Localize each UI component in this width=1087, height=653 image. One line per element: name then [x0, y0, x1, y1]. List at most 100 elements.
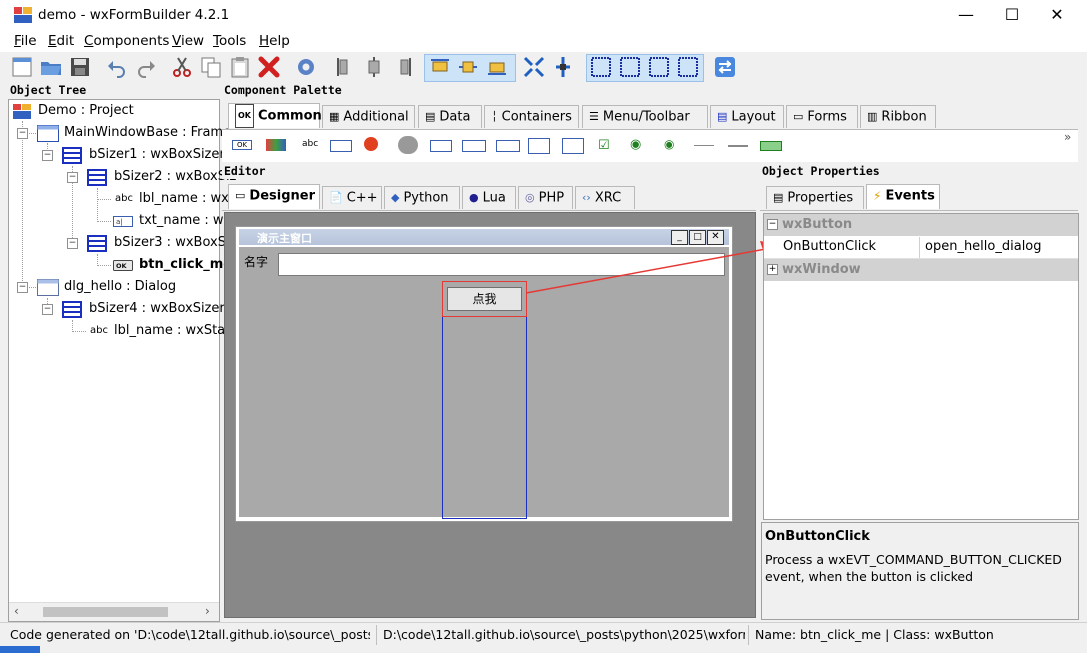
palette-more-icon[interactable]: »: [1064, 130, 1071, 144]
redo-icon[interactable]: [134, 55, 158, 79]
tab-ribbon[interactable]: ▥ Ribbon: [860, 105, 936, 128]
minimize-button[interactable]: —: [943, 0, 989, 30]
list-ctrl-widget-icon[interactable]: [562, 138, 584, 154]
event-name: OnButtonClick: [783, 239, 876, 254]
menu-file[interactable]: File: [14, 33, 37, 49]
boxsizer-icon: [87, 169, 107, 186]
undo-icon[interactable]: [105, 55, 129, 79]
text-ctrl-widget-icon[interactable]: [330, 140, 352, 152]
animation-widget-icon[interactable]: [398, 136, 418, 154]
tree-expander-bsizer4[interactable]: −: [42, 304, 53, 315]
tab-menu-toolbar[interactable]: ☰ Menu/Toolbar: [582, 105, 708, 128]
palette-tab-strip: OK Common ▦ Additional ▤ Data ╎ Containers ☰…: [222, 99, 1078, 130]
tab-designer[interactable]: ▭ Designer: [228, 184, 320, 209]
editor-tab-strip: ▭ Designer 📄 C++ ◆ Python ● Lua ◎ PHP ‹› XRC: [222, 180, 756, 211]
copy-icon[interactable]: [199, 55, 223, 79]
static-text-icon: abc: [90, 325, 108, 336]
check-box-widget-icon[interactable]: ☑: [598, 138, 610, 153]
scroll-left-icon[interactable]: ‹: [14, 604, 19, 618]
border-top-icon[interactable]: [618, 55, 642, 79]
bitmap-button-widget-icon[interactable]: [266, 139, 286, 151]
bitmap-widget-icon[interactable]: [364, 137, 378, 151]
scroll-thumb[interactable]: [43, 607, 168, 617]
event-row-onbuttonclick[interactable]: OnButtonClick open_hello_dialog: [764, 237, 1078, 259]
properties-tab-strip: ▤ Properties ⚡ Events: [760, 180, 1078, 211]
designed-frame-title: 演示主窗口: [257, 232, 312, 245]
tree-expander-bsizer1[interactable]: −: [42, 150, 53, 161]
click-me-button[interactable]: 点我: [447, 287, 522, 311]
expand-icon[interactable]: +: [767, 264, 778, 275]
tab-forms[interactable]: ▭ Forms: [786, 105, 858, 128]
paste-icon[interactable]: [228, 55, 252, 79]
menu-components[interactable]: Components: [84, 33, 169, 49]
tab-containers[interactable]: ╎ Containers: [484, 105, 579, 128]
name-label: 名字: [244, 255, 269, 269]
gauge-widget-icon[interactable]: [760, 141, 782, 151]
status-file-path: D:\code\12tall.github.io\source\_posts\p…: [383, 627, 745, 642]
align-middle-icon[interactable]: [456, 55, 480, 79]
align-left-icon[interactable]: [333, 55, 357, 79]
tree-horizontal-scrollbar[interactable]: ‹ ›: [9, 602, 219, 621]
collapse-icon[interactable]: −: [767, 219, 778, 230]
group-wxbutton[interactable]: − wxButton: [764, 214, 1078, 236]
new-project-icon[interactable]: [10, 55, 34, 79]
event-handler-value[interactable]: open_hello_dialog: [925, 239, 1042, 254]
palette-components-row: OK abc ☑ ◉ ◉ »: [222, 130, 1078, 162]
border-all-icon[interactable]: [589, 55, 613, 79]
dialog-icon: [37, 279, 59, 296]
combo-box-widget-icon[interactable]: [430, 140, 452, 152]
generate-code-gear-icon[interactable]: [294, 55, 318, 79]
static-text-widget-icon[interactable]: abc: [302, 139, 318, 149]
tab-xrc[interactable]: ‹› XRC: [575, 186, 635, 209]
tab-data[interactable]: ▤ Data: [418, 105, 482, 128]
object-properties-title: Object Properties: [760, 163, 1080, 179]
menu-edit[interactable]: Edit: [48, 33, 74, 49]
spin-ctrl-widget-icon[interactable]: [496, 140, 520, 152]
component-palette-title: Component Palette: [222, 82, 1080, 98]
tree-expander-bsizer3[interactable]: −: [67, 238, 78, 249]
menu-view[interactable]: View: [172, 33, 204, 49]
align-bottom-icon[interactable]: [485, 55, 509, 79]
maximize-button[interactable]: ☐: [989, 0, 1035, 30]
tab-events[interactable]: ⚡ Events: [866, 184, 940, 209]
tab-lua[interactable]: ● Lua: [462, 186, 516, 209]
tab-cpp[interactable]: 📄 C++: [322, 186, 382, 209]
tab-python[interactable]: ◆ Python: [384, 186, 460, 209]
slider-widget-icon[interactable]: [728, 145, 748, 147]
tree-expander-dialog[interactable]: −: [17, 282, 28, 293]
menu-tools[interactable]: Tools: [213, 33, 246, 49]
close-button[interactable]: ✕: [1034, 0, 1080, 30]
toggle-button-widget-icon[interactable]: ◉: [630, 137, 641, 152]
menu-help[interactable]: Help: [259, 33, 290, 49]
tab-layout[interactable]: ▤ Layout: [710, 105, 784, 128]
cut-icon[interactable]: [170, 55, 194, 79]
border-bottom-icon[interactable]: [676, 55, 700, 79]
swap-icon[interactable]: [713, 55, 737, 79]
align-right-icon[interactable]: [391, 55, 415, 79]
button-widget-icon[interactable]: OK: [232, 140, 253, 150]
description-text: Process a wxEVT_COMMAND_BUTTON_CLICKED e…: [765, 552, 1062, 584]
open-folder-icon[interactable]: [39, 55, 63, 79]
expand-icon[interactable]: [522, 55, 546, 79]
align-center-icon[interactable]: [362, 55, 386, 79]
tree-expander-bsizer2[interactable]: −: [67, 172, 78, 183]
align-top-icon[interactable]: [428, 55, 452, 79]
tab-common[interactable]: OK Common: [228, 103, 322, 128]
scroll-right-icon[interactable]: ›: [205, 604, 210, 618]
border-right-icon[interactable]: [647, 55, 671, 79]
tree-expander-frame[interactable]: −: [17, 128, 28, 139]
radio-button-widget-icon[interactable]: ◉: [664, 137, 674, 151]
wxformbuilder-logo-icon: [14, 7, 32, 23]
taskbar-accent: [0, 646, 40, 653]
static-line-widget-icon[interactable]: [694, 145, 714, 146]
stretch-icon[interactable]: [551, 55, 575, 79]
tab-properties[interactable]: ▤ Properties: [766, 186, 864, 209]
tab-php[interactable]: ◎ PHP: [518, 186, 573, 209]
save-icon[interactable]: [68, 55, 92, 79]
tab-additional[interactable]: ▦ Additional: [322, 105, 415, 128]
delete-icon[interactable]: [257, 55, 281, 79]
list-box-widget-icon[interactable]: [528, 138, 550, 154]
window-title: demo - wxFormBuilder 4.2.1: [38, 7, 230, 23]
group-wxwindow[interactable]: + wxWindow: [764, 259, 1078, 281]
choice-widget-icon[interactable]: [462, 140, 486, 152]
